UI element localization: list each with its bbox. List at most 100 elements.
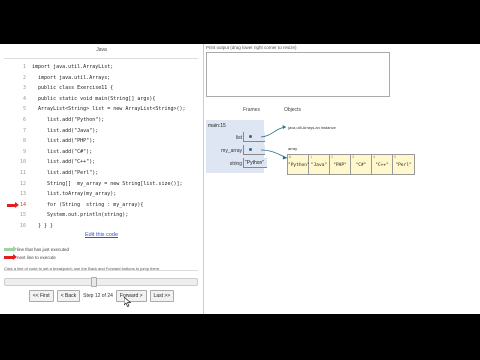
line-number: 2 <box>22 74 26 81</box>
code-text: import java.util.Arrays; <box>32 74 111 81</box>
code-line[interactable]: 1 import java.util.ArrayList; <box>4 63 198 72</box>
code-text: } } } <box>32 223 54 229</box>
array-cell: 2 "PHP" <box>330 155 351 174</box>
array-object: 0 "Python" 1 "Java" 2 "PHP" 3 "C#" 4 "C++" 5 "Perl" <box>287 154 415 175</box>
code-line[interactable]: 9 list.add("C#"); <box>4 148 198 157</box>
array-value: "Perl" <box>395 163 412 168</box>
pointer-dot-icon <box>249 135 252 138</box>
var-slot-string: "Python" <box>243 158 267 168</box>
array-value: "Python" <box>288 163 310 168</box>
code-text: public class Exercise11 { <box>32 85 114 92</box>
step-counter: Step 12 of 24 <box>83 293 113 299</box>
array-value: "PHP" <box>333 163 347 168</box>
code-line[interactable]: 16 } } } <box>4 222 198 231</box>
var-slot-list <box>243 132 265 142</box>
line-number: 1 <box>22 64 26 70</box>
pointer-dot-icon <box>249 148 252 151</box>
code-line[interactable]: 3 public class Exercise11 { <box>4 84 198 93</box>
line-number: 8 <box>22 138 26 145</box>
objects-header: Objects <box>284 107 301 113</box>
python-tutor-visualizer: Java 1 import java.util.ArrayList; 2 impor… <box>0 44 480 314</box>
frames-header: Frames <box>243 107 260 113</box>
array-cell: 3 "C#" <box>351 155 372 174</box>
code-text: list.add("Java"); <box>32 127 99 134</box>
array-index: 4 <box>373 155 376 159</box>
forward-button[interactable]: Forward > <box>115 290 147 302</box>
slider-thumb[interactable] <box>90 277 97 287</box>
frame-name: main:15 <box>208 123 226 129</box>
var-slot-my-array <box>243 145 265 155</box>
code-line[interactable]: 10 list.add("C++"); <box>4 158 198 167</box>
line-number: 15 <box>19 212 26 219</box>
code-line[interactable]: 7 list.add("Java"); <box>4 127 198 136</box>
code-line[interactable]: 12 String[] my_array = new String[list.s… <box>4 180 198 189</box>
language-label: Java <box>96 47 107 53</box>
print-output-box[interactable] <box>206 52 390 97</box>
code-text: System.out.println(string); <box>32 212 129 219</box>
line-number: 13 <box>19 191 26 198</box>
line-number: 16 <box>19 223 26 229</box>
line-number: 3 <box>22 85 26 92</box>
code-line[interactable]: 5 ArrayList<String> list = new ArrayList… <box>4 105 198 114</box>
object-iterator-label: java.util.Arrays.an instance <box>288 125 336 130</box>
pane-divider <box>203 44 204 314</box>
first-button[interactable]: << First <box>28 290 54 302</box>
legend-executed-label: line that has just executed <box>17 247 70 252</box>
object-array-label: array <box>288 146 298 151</box>
line-number: 9 <box>22 148 26 155</box>
code-text: for (String string : my_array){ <box>32 201 144 208</box>
pointer-arrowhead-list <box>282 125 286 129</box>
next-line-arrow-icon <box>7 201 19 208</box>
array-index: 0 <box>289 155 292 159</box>
code-line[interactable]: 13 list.toArray(my_array); <box>4 190 198 199</box>
back-button[interactable]: < Back <box>56 290 81 302</box>
mouse-cursor-icon <box>124 297 131 307</box>
array-cell: 1 "Java" <box>309 155 330 174</box>
executed-arrow-icon <box>4 246 17 252</box>
line-number: 12 <box>19 180 26 187</box>
line-number: 7 <box>22 127 26 134</box>
code-line[interactable]: 14 for (String string : my_array){ <box>4 201 198 210</box>
edit-code-link[interactable]: Edit this code <box>0 232 203 238</box>
code-text: String[] my_array = new String[list.size… <box>32 180 183 187</box>
legend-executed: line that has just executed <box>4 246 70 252</box>
line-number: 6 <box>22 117 26 123</box>
var-name-list: list <box>235 135 242 141</box>
breakpoint-hint: Click a line of code to set a breakpoint… <box>4 266 161 271</box>
legend-next: next line to execute <box>4 254 56 260</box>
array-index: 5 <box>394 155 397 159</box>
next-arrow-icon <box>4 254 17 260</box>
last-button[interactable]: Last >> <box>149 290 175 302</box>
code-line[interactable]: 6 list.add("Python"); <box>4 116 198 125</box>
array-value: "C++" <box>375 163 389 168</box>
code-line[interactable]: 11 list.add("Perl"); <box>4 169 198 178</box>
array-value: "Java" <box>310 163 328 168</box>
code-line[interactable]: 15 System.out.println(string); <box>4 211 198 220</box>
code-text: public static void main(String[] args){ <box>32 95 156 102</box>
code-text: list.add("Perl"); <box>32 170 99 176</box>
code-text: list.add("PHP"); <box>32 138 96 145</box>
code-text: list.toArray(my_array); <box>32 191 117 198</box>
array-value: "C#" <box>355 163 367 168</box>
array-index: 2 <box>331 155 334 159</box>
line-number: 14 <box>19 201 26 208</box>
code-pane: Java 1 import java.util.ArrayList; 2 impor… <box>0 44 203 314</box>
var-name-string: string <box>229 161 242 167</box>
stack-frame-main: main:15 list my_array string "Python" <box>206 120 267 173</box>
step-slider[interactable] <box>4 277 198 287</box>
line-number: 11 <box>19 170 26 176</box>
navigation-controls: << First < Back Step 12 of 24 Forward > … <box>0 290 203 302</box>
var-name-my-array: my_array <box>221 148 242 154</box>
code-line[interactable]: 4 public static void main(String[] args)… <box>4 95 198 104</box>
array-cell: 4 "C++" <box>372 155 393 174</box>
code-text: import java.util.ArrayList; <box>32 64 114 70</box>
code-text: ArrayList<String> list = new ArrayList<S… <box>32 106 186 113</box>
output-label: Print output (drag lower right corner to… <box>206 45 297 50</box>
array-index: 3 <box>352 155 355 159</box>
code-text: list.add("C++"); <box>32 159 96 166</box>
code-line[interactable]: 2 import java.util.Arrays; <box>4 74 198 83</box>
code-listing: 1 import java.util.ArrayList; 2 import jav… <box>4 58 198 271</box>
code-text: list.add("C#"); <box>32 148 93 155</box>
code-line[interactable]: 8 list.add("PHP"); <box>4 137 198 146</box>
code-text: list.add("Python"); <box>32 117 105 123</box>
